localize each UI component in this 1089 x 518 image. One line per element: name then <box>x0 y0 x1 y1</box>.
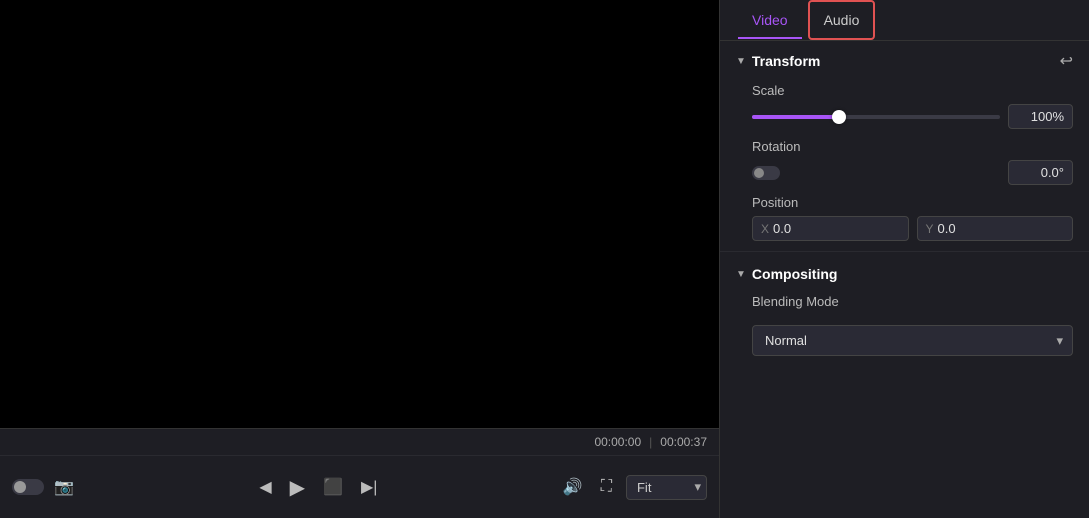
scale-slider-track[interactable] <box>752 115 1000 119</box>
controls-right: 🔊 ⛶ Fit Fill 1:1 Custom <box>559 473 707 501</box>
rewind-button[interactable]: ◀ <box>255 473 275 501</box>
transform-title-row: ▼ Transform <box>736 53 820 69</box>
fit-wrapper: Fit Fill 1:1 Custom <box>626 475 707 500</box>
position-row: Position X 0.0 Y 0.0 <box>720 191 1089 247</box>
total-time: 00:00:37 <box>660 435 707 449</box>
position-inputs: X 0.0 Y 0.0 <box>752 216 1073 241</box>
position-y-wrap[interactable]: Y 0.0 <box>917 216 1074 241</box>
play-button[interactable]: ▶ <box>286 471 309 504</box>
scale-value-input[interactable]: 100% <box>1008 104 1073 129</box>
current-time: 00:00:00 <box>594 435 641 449</box>
pill-dot <box>14 481 26 493</box>
transform-title: Transform <box>752 53 820 69</box>
transform-reset-button[interactable]: ↩ <box>1060 51 1073 71</box>
transform-section-header: ▼ Transform ↩ <box>720 41 1089 79</box>
position-x-value: 0.0 <box>773 221 791 236</box>
section-divider <box>720 251 1089 252</box>
right-panel: Video Audio ▼ Transform ↩ Scale 100% Rot… <box>720 0 1089 518</box>
camera-button[interactable]: 📷 <box>50 473 78 501</box>
tabs-bar: Video Audio <box>720 0 1089 41</box>
controls-row: 📷 ◀ ▶ ⬛ ▶| 🔊 ⛶ Fit Fill 1:1 Custom <box>0 456 719 518</box>
rotation-toggle-dot <box>754 168 764 178</box>
compositing-title-row: ▼ Compositing <box>736 266 837 282</box>
scale-label: Scale <box>752 83 1073 98</box>
stop-button[interactable]: ⬛ <box>319 473 347 501</box>
transform-chevron-icon[interactable]: ▼ <box>736 56 746 67</box>
rotation-row: Rotation 0.0° <box>720 135 1089 191</box>
blending-mode-row: Blending Mode <box>720 290 1089 321</box>
compositing-chevron-icon[interactable]: ▼ <box>736 269 746 280</box>
forward-button[interactable]: ▶| <box>357 473 381 501</box>
blend-select-wrap: Normal Multiply Screen Overlay Darken Li… <box>752 325 1073 356</box>
position-label: Position <box>752 195 1073 210</box>
scale-slider-thumb[interactable] <box>832 110 846 124</box>
scale-control-row: 100% <box>752 104 1073 129</box>
video-preview <box>0 0 719 428</box>
time-bar: 00:00:00 | 00:00:37 <box>0 429 719 456</box>
rotation-control-row: 0.0° <box>752 160 1073 185</box>
compositing-section-header: ▼ Compositing <box>720 256 1089 290</box>
position-y-value: 0.0 <box>938 221 956 236</box>
video-controls-bar: 00:00:00 | 00:00:37 📷 ◀ ▶ ⬛ ▶| 🔊 ⛶ <box>0 428 719 518</box>
fullscreen-button[interactable]: ⛶ <box>597 474 616 500</box>
blend-mode-select[interactable]: Normal Multiply Screen Overlay Darken Li… <box>752 325 1073 356</box>
rotation-value-input[interactable]: 0.0° <box>1008 160 1073 185</box>
compositing-title: Compositing <box>752 266 838 282</box>
controls-left: 📷 <box>12 473 78 501</box>
position-x-wrap[interactable]: X 0.0 <box>752 216 909 241</box>
playback-controls: ◀ ▶ ⬛ ▶| <box>255 471 381 504</box>
pill-indicator <box>12 479 44 495</box>
scale-row: Scale 100% <box>720 79 1089 135</box>
blending-mode-label: Blending Mode <box>752 294 1073 309</box>
position-y-label: Y <box>926 222 934 236</box>
left-panel: 00:00:00 | 00:00:37 📷 ◀ ▶ ⬛ ▶| 🔊 ⛶ <box>0 0 720 518</box>
position-x-label: X <box>761 222 769 236</box>
volume-button[interactable]: 🔊 <box>559 473 587 501</box>
scale-slider-fill <box>752 115 839 119</box>
tab-video[interactable]: Video <box>736 0 804 40</box>
blend-dropdown-section: Normal Multiply Screen Overlay Darken Li… <box>720 321 1089 368</box>
time-separator: | <box>649 435 652 449</box>
tab-audio[interactable]: Audio <box>808 0 876 40</box>
fit-dropdown[interactable]: Fit Fill 1:1 Custom <box>626 475 707 500</box>
rotation-label: Rotation <box>752 139 1073 154</box>
rotation-toggle[interactable] <box>752 166 780 180</box>
